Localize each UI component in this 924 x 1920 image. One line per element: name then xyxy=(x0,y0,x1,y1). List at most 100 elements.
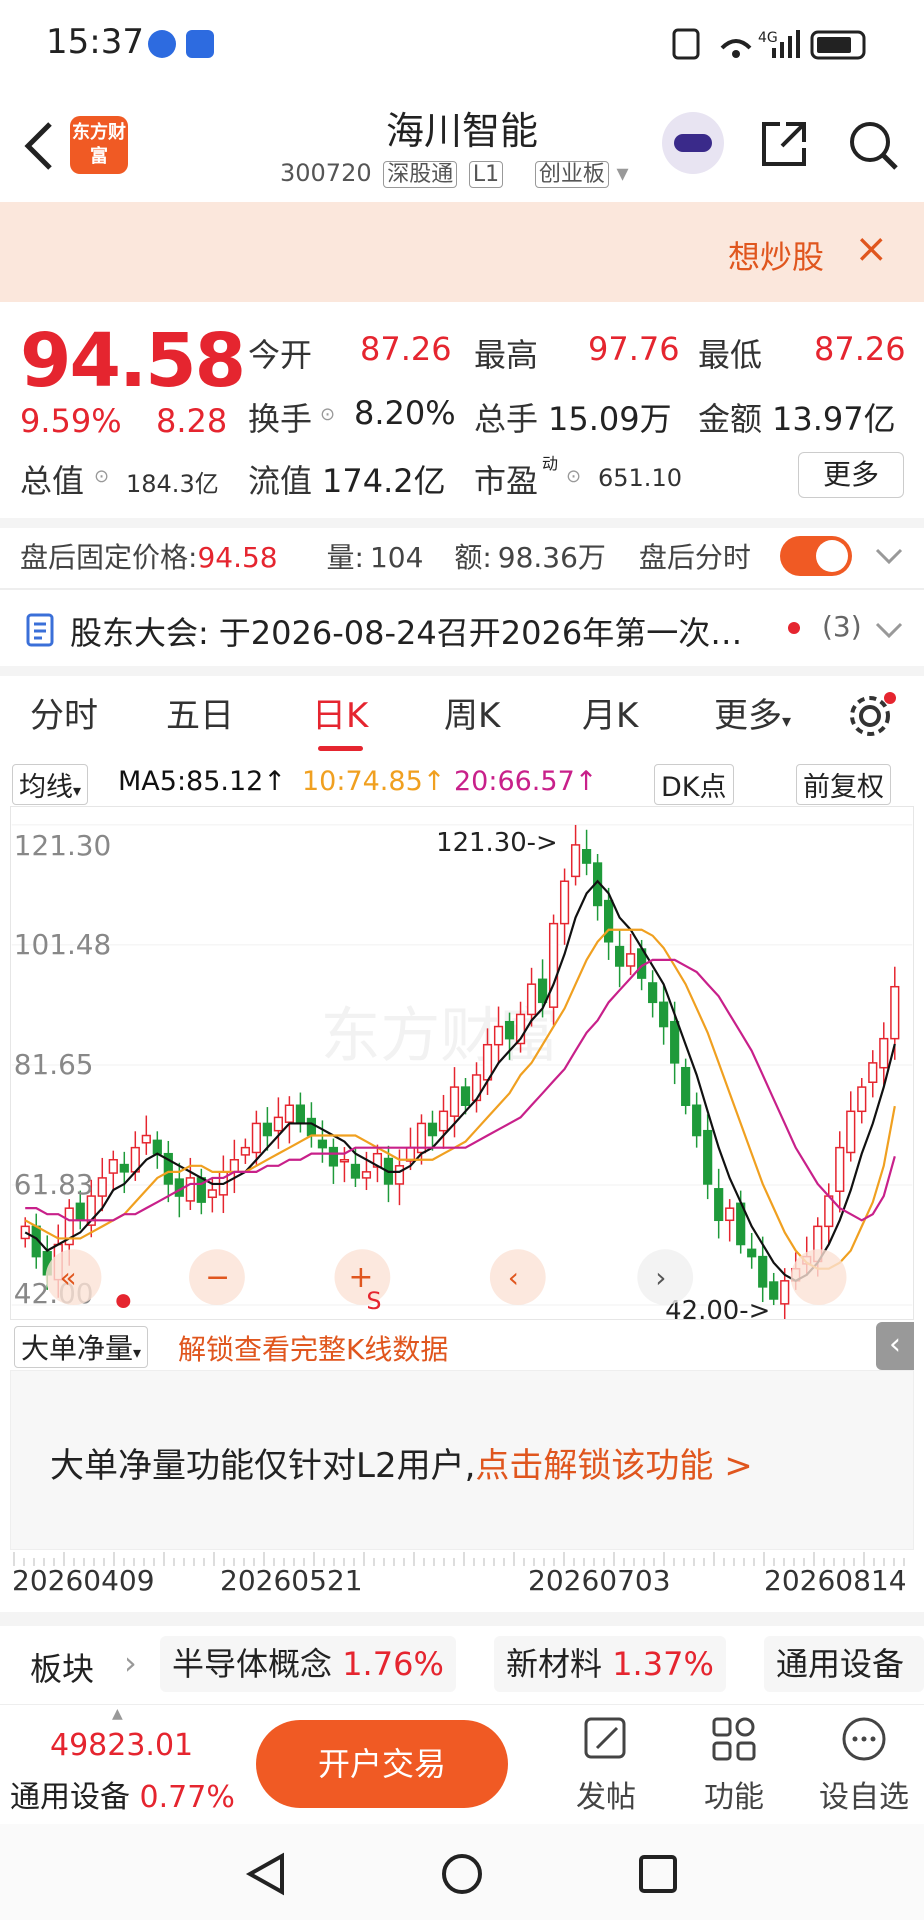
chevron-right-icon[interactable]: › xyxy=(124,1644,137,1682)
info-icon[interactable]: ⊙ xyxy=(320,404,335,425)
low-value: 87.26 xyxy=(814,330,906,368)
sector-chip[interactable]: 半导体概念 1.76% xyxy=(160,1636,456,1692)
candle-body xyxy=(570,844,581,878)
candle-body xyxy=(835,1146,845,1192)
search-icon[interactable] xyxy=(846,118,902,174)
candle-body xyxy=(427,1122,438,1137)
change-pct: 9.59% xyxy=(20,402,122,440)
chevron-down-icon[interactable] xyxy=(874,544,904,568)
sector-chip[interactable]: 新材料 1.37% xyxy=(494,1636,726,1692)
candle-body xyxy=(659,1001,669,1028)
candle-body xyxy=(108,1158,118,1174)
candle-body xyxy=(361,1171,372,1179)
current-price: 94.58 xyxy=(20,318,246,404)
candle-body xyxy=(317,1139,328,1149)
candle-body xyxy=(185,1177,195,1202)
functions-button[interactable]: 功能 xyxy=(684,1714,784,1816)
candle-body xyxy=(604,899,614,943)
tab-monthly[interactable]: 月K xyxy=(582,688,638,737)
high-value: 97.76 xyxy=(588,330,680,368)
index-info[interactable]: 通用设备 0.77% xyxy=(10,1772,235,1816)
marker-dot xyxy=(116,1294,131,1309)
indicator-selector[interactable]: 大单净量▾ xyxy=(14,1326,149,1368)
svg-text:4G: 4G xyxy=(758,30,778,46)
collapse-button[interactable]: ‹ xyxy=(876,1322,914,1370)
status-bar: 15:37 4G xyxy=(0,0,924,86)
tab-intraday[interactable]: 分时 xyxy=(30,688,98,737)
assistant-avatar[interactable] xyxy=(662,112,724,174)
promo-text[interactable]: 想炒股 xyxy=(728,232,824,278)
chevron-down-icon[interactable] xyxy=(874,618,904,642)
candle-body xyxy=(692,1104,702,1137)
info-icon[interactable]: ⊙ xyxy=(566,466,581,487)
candle-body xyxy=(97,1177,107,1197)
tag-sgt: 深股通 xyxy=(383,161,458,188)
candle-body xyxy=(75,1202,85,1222)
post-button[interactable]: 发帖 xyxy=(556,1714,656,1816)
l2-unlock-link[interactable]: 点击解锁该功能 > xyxy=(475,1446,752,1486)
tab-daily[interactable]: 日K xyxy=(312,688,368,751)
l2-panel-text: 大单净量功能仅针对L2用户,点击解锁该功能 > xyxy=(50,1446,753,1486)
info-icon[interactable]: ⊙ xyxy=(94,466,109,487)
index-value[interactable]: 49823.01 xyxy=(50,1728,193,1763)
divider xyxy=(0,588,924,590)
sell-marker: S xyxy=(366,1287,381,1315)
caret-up-icon[interactable]: ▲ xyxy=(112,1706,123,1722)
candle-body xyxy=(460,1086,471,1107)
watchlist-button[interactable]: 设自选 xyxy=(814,1714,914,1816)
turnover-label: 换手 xyxy=(248,400,313,438)
candle-body xyxy=(152,1139,162,1155)
candle-body xyxy=(703,1129,713,1185)
sector-chip[interactable]: 通用设备 xyxy=(764,1636,924,1692)
tab-more[interactable]: 更多▾ xyxy=(714,688,791,737)
app-notification-icon xyxy=(148,30,176,58)
open-label: 今开 xyxy=(248,336,313,374)
notice-row[interactable]: 股东大会: 于2026-08-24召开2026年第一次… xyxy=(70,608,742,654)
home-nav-icon[interactable] xyxy=(440,1852,484,1896)
open-account-button[interactable]: 开户交易 xyxy=(256,1720,508,1808)
recents-nav-icon[interactable] xyxy=(636,1852,680,1896)
notice-count: (3) xyxy=(822,610,862,643)
adjust-selector[interactable]: 前复权 xyxy=(796,764,891,805)
y-tick-label: 61.83 xyxy=(14,1168,94,1201)
divider xyxy=(0,518,924,528)
candle-body xyxy=(857,1086,867,1113)
back-nav-icon[interactable] xyxy=(244,1852,288,1896)
tab-5day[interactable]: 五日 xyxy=(166,688,234,737)
candle-body xyxy=(119,1163,129,1173)
candle-body xyxy=(747,1248,757,1258)
candle-body xyxy=(207,1189,217,1199)
afterhours-toggle[interactable] xyxy=(780,536,852,576)
unlock-link[interactable]: 解锁查看完整K线数据 xyxy=(178,1328,448,1368)
pe-label: 市盈 xyxy=(474,462,539,500)
ma-selector[interactable]: 均线▾ xyxy=(12,764,89,805)
svg-text:−: − xyxy=(205,1260,230,1295)
scroll-right-fast-button[interactable] xyxy=(790,1249,847,1306)
candle-body xyxy=(262,1122,272,1137)
candle-body xyxy=(559,880,570,925)
candle-body xyxy=(284,1104,294,1123)
candle-body xyxy=(306,1117,317,1137)
more-button[interactable]: 更多 xyxy=(798,452,904,498)
gear-icon[interactable] xyxy=(848,690,898,740)
tag-board: 创业板 xyxy=(534,161,609,188)
kline-chart[interactable]: 东方财富 121.30101.4881.6561.8342.00 121.30-… xyxy=(10,806,914,1320)
y-tick-label: 81.65 xyxy=(14,1048,94,1081)
unread-dot xyxy=(788,622,800,634)
candle-body xyxy=(846,1110,856,1154)
mcap-label: 总值 xyxy=(20,462,85,500)
grid-icon xyxy=(712,1717,756,1761)
candle-body xyxy=(229,1158,239,1173)
svg-text:‹: ‹ xyxy=(508,1261,519,1294)
candle-body xyxy=(350,1163,361,1179)
candle-body xyxy=(504,1020,515,1040)
candle-body xyxy=(769,1281,779,1300)
divider xyxy=(0,1612,924,1626)
share-icon[interactable] xyxy=(758,118,810,170)
tab-weekly[interactable]: 周K xyxy=(444,688,500,737)
candle-body xyxy=(758,1255,768,1288)
candle-body xyxy=(394,1165,405,1185)
change-amount: 8.28 xyxy=(156,402,228,440)
dk-selector[interactable]: DK点 xyxy=(654,764,734,805)
close-icon[interactable]: × xyxy=(854,226,888,272)
